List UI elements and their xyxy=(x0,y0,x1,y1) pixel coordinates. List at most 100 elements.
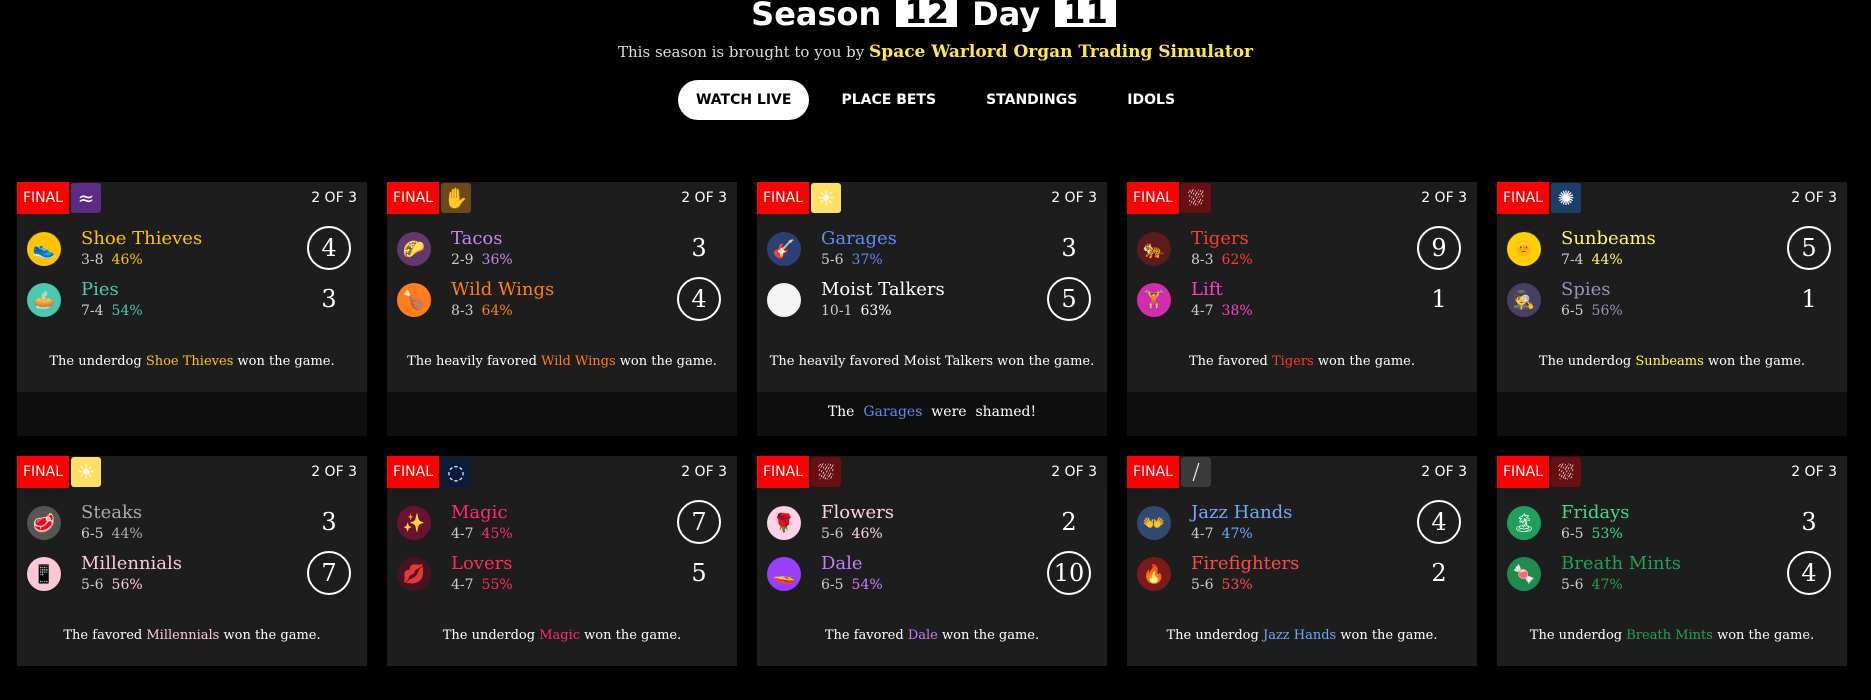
away-team-row[interactable]: 🌹 Flowers 5-6 46% 2 xyxy=(767,500,1097,544)
home-team-row[interactable]: 🚤 Dale 6-5 54% 10 xyxy=(767,551,1097,595)
game-card-body: 🐅 Tigers 8-3 62% 9 🏋 Lift 4-7 38% 1 The fav… xyxy=(1127,214,1477,392)
game-card[interactable]: FINAL ☀ 2 OF 3 🥩 Steaks 6-5 44% 3 📱 Mille… xyxy=(17,456,367,666)
team-score: 1 xyxy=(1801,285,1817,313)
team-name[interactable]: Firefighters xyxy=(1191,553,1299,574)
team-record: 6-5 56% xyxy=(1561,303,1623,319)
game-card[interactable]: FINAL ◌ 2 OF 3 ✨ Magic 4-7 45% 7 💋 Lovers… xyxy=(387,456,737,666)
tab-watch-live[interactable]: WATCH LIVE xyxy=(677,80,810,120)
game-card-header: FINAL ✋ 2 OF 3 xyxy=(387,182,737,214)
home-team-row[interactable]: 🍗 Wild Wings 8-3 64% 4 xyxy=(397,277,727,321)
game-card[interactable]: FINAL ⧸ 2 OF 3 👐 Jazz Hands 4-7 47% 4 🔥 F… xyxy=(1127,456,1477,666)
away-team-row[interactable]: 🐅 Tigers 8-3 62% 9 xyxy=(1137,226,1467,270)
team-name[interactable]: Pies xyxy=(81,279,119,300)
game-status-badge: FINAL xyxy=(1497,456,1550,488)
game-card-body: 🥩 Steaks 6-5 44% 3 📱 Millennials 5-6 56% 7… xyxy=(17,488,367,666)
team-name[interactable]: Jazz Hands xyxy=(1191,502,1292,523)
away-team-row[interactable]: 🎸 Garages 5-6 37% 3 xyxy=(767,226,1097,270)
team-logo-icon: 🏋 xyxy=(1137,283,1171,317)
win-odds: 46% xyxy=(111,252,143,268)
team-name[interactable]: Lift xyxy=(1191,279,1223,300)
team-name[interactable]: Magic xyxy=(451,502,508,523)
outcome-prefix: The underdog xyxy=(49,354,142,369)
flooding-icon: ≈ xyxy=(71,183,102,213)
away-team-row[interactable]: 🥩 Steaks 6-5 44% 3 xyxy=(27,500,357,544)
team-name[interactable]: Wild Wings xyxy=(451,279,554,300)
away-team-row[interactable]: ✨ Magic 4-7 45% 7 xyxy=(397,500,727,544)
team-score: 4 xyxy=(1417,500,1461,544)
outcome-prefix: The heavily favored xyxy=(769,354,900,369)
away-team-row[interactable]: 🌮 Tacos 2-9 36% 3 xyxy=(397,226,727,270)
team-score: 3 xyxy=(691,234,707,262)
team-name[interactable]: Dale xyxy=(821,553,863,574)
outcome-suffix: won the game. xyxy=(942,628,1040,643)
home-team-row[interactable]: 💋 Lovers 4-7 55% 5 xyxy=(397,551,727,595)
team-name[interactable]: Spies xyxy=(1561,279,1611,300)
home-team-row[interactable]: Moist Talkers 10-1 63% 5 xyxy=(767,277,1097,321)
game-card[interactable]: FINAL ⛆ 2 OF 3 🌹 Flowers 5-6 46% 2 🚤 Dale… xyxy=(757,456,1107,666)
sponsor-link[interactable]: Space Warlord Organ Trading Simulator xyxy=(869,42,1253,62)
team-name[interactable]: Shoe Thieves xyxy=(81,228,202,249)
win-odds: 55% xyxy=(481,577,513,593)
away-team-row[interactable]: 🏝 Fridays 6-5 53% 3 xyxy=(1507,500,1837,544)
home-team-row[interactable]: 🕵 Spies 6-5 56% 1 xyxy=(1507,277,1837,321)
feedback-icon: ⧸ xyxy=(1181,457,1212,487)
win-loss: 8-3 xyxy=(1191,252,1214,268)
home-team-row[interactable]: 🔥 Firefighters 5-6 53% 2 xyxy=(1137,551,1467,595)
win-odds: 53% xyxy=(1591,526,1623,542)
game-card[interactable]: FINAL ⛆ 2 OF 3 🐅 Tigers 8-3 62% 9 🏋 Lift … xyxy=(1127,182,1477,436)
blooddrain-icon: ⛆ xyxy=(1181,183,1212,213)
team-logo-icon: 🍗 xyxy=(397,283,431,317)
team-name[interactable]: Steaks xyxy=(81,502,142,523)
home-team-row[interactable]: 📱 Millennials 5-6 56% 7 xyxy=(27,551,357,595)
team-name[interactable]: Fridays xyxy=(1561,502,1630,523)
game-card-body: 🎸 Garages 5-6 37% 3 Moist Talkers 10-1 63%… xyxy=(757,214,1107,392)
series-counter: 2 OF 3 xyxy=(1421,464,1467,480)
team-logo-icon: 🍬 xyxy=(1507,557,1541,591)
game-card[interactable]: FINAL ✺ 2 OF 3 🌞 Sunbeams 7-4 44% 5 🕵 Spi… xyxy=(1497,182,1847,436)
team-name[interactable]: Lovers xyxy=(451,553,512,574)
team-record: 4-7 45% xyxy=(451,526,513,542)
away-team-row[interactable]: 👟 Shoe Thieves 3-8 46% 4 xyxy=(27,226,357,270)
team-record: 3-8 46% xyxy=(81,252,143,268)
outcome-suffix: won the game. xyxy=(584,628,682,643)
outcome-suffix: won the game. xyxy=(223,628,321,643)
game-card[interactable]: FINAL ⛆ 2 OF 3 🏝 Fridays 6-5 53% 3 🍬 Brea… xyxy=(1497,456,1847,666)
team-name[interactable]: Tigers xyxy=(1191,228,1249,249)
team-name[interactable]: Breath Mints xyxy=(1561,553,1681,574)
game-status-badge: FINAL xyxy=(387,456,440,488)
outcome-team: Moist Talkers xyxy=(903,354,994,369)
away-team-row[interactable]: 🌞 Sunbeams 7-4 44% 5 xyxy=(1507,226,1837,270)
blooddrain-icon: ⛆ xyxy=(811,457,842,487)
series-counter: 2 OF 3 xyxy=(1051,190,1097,206)
outcome-suffix: won the game. xyxy=(1707,354,1806,369)
game-card[interactable]: FINAL ≈ 2 OF 3 👟 Shoe Thieves 3-8 46% 4 🥧… xyxy=(17,182,367,436)
team-name[interactable]: Moist Talkers xyxy=(821,279,945,300)
eclipse-icon: ◌ xyxy=(441,457,472,487)
game-status-badge: FINAL xyxy=(757,182,810,214)
home-team-row[interactable]: 🏋 Lift 4-7 38% 1 xyxy=(1137,277,1467,321)
win-loss: 6-5 xyxy=(1561,526,1584,542)
team-name[interactable]: Tacos xyxy=(451,228,503,249)
team-name[interactable]: Millennials xyxy=(81,553,182,574)
team-name[interactable]: Sunbeams xyxy=(1561,228,1656,249)
win-odds: 44% xyxy=(1591,252,1623,268)
outcome-suffix: won the game. xyxy=(237,354,335,369)
game-card[interactable]: FINAL ☀ 2 OF 3 🎸 Garages 5-6 37% 3 Moist … xyxy=(757,182,1107,436)
away-team-row[interactable]: 👐 Jazz Hands 4-7 47% 4 xyxy=(1137,500,1467,544)
game-card-header: FINAL ⛆ 2 OF 3 xyxy=(1127,182,1477,214)
win-odds: 56% xyxy=(1591,303,1623,319)
outcome-team: Dale xyxy=(907,628,938,643)
team-name[interactable]: Garages xyxy=(821,228,897,249)
tab-place-bets[interactable]: PLACE BETS xyxy=(823,80,954,120)
tab-standings[interactable]: STANDINGS xyxy=(968,80,1095,120)
home-team-row[interactable]: 🥧 Pies 7-4 54% 3 xyxy=(27,277,357,321)
game-card[interactable]: FINAL ✋ 2 OF 3 🌮 Tacos 2-9 36% 3 🍗 Wild W… xyxy=(387,182,737,436)
team-name[interactable]: Flowers xyxy=(821,502,894,523)
home-team-row[interactable]: 🍬 Breath Mints 5-6 47% 4 xyxy=(1507,551,1837,595)
team-record: 2-9 36% xyxy=(451,252,513,268)
tab-idols[interactable]: IDOLS xyxy=(1109,80,1193,120)
game-card-footer xyxy=(1127,392,1477,436)
game-outcome: The underdog Sunbeams won the game. xyxy=(1497,354,1847,369)
game-status-badge: FINAL xyxy=(1127,456,1180,488)
win-loss: 3-8 xyxy=(81,252,104,268)
